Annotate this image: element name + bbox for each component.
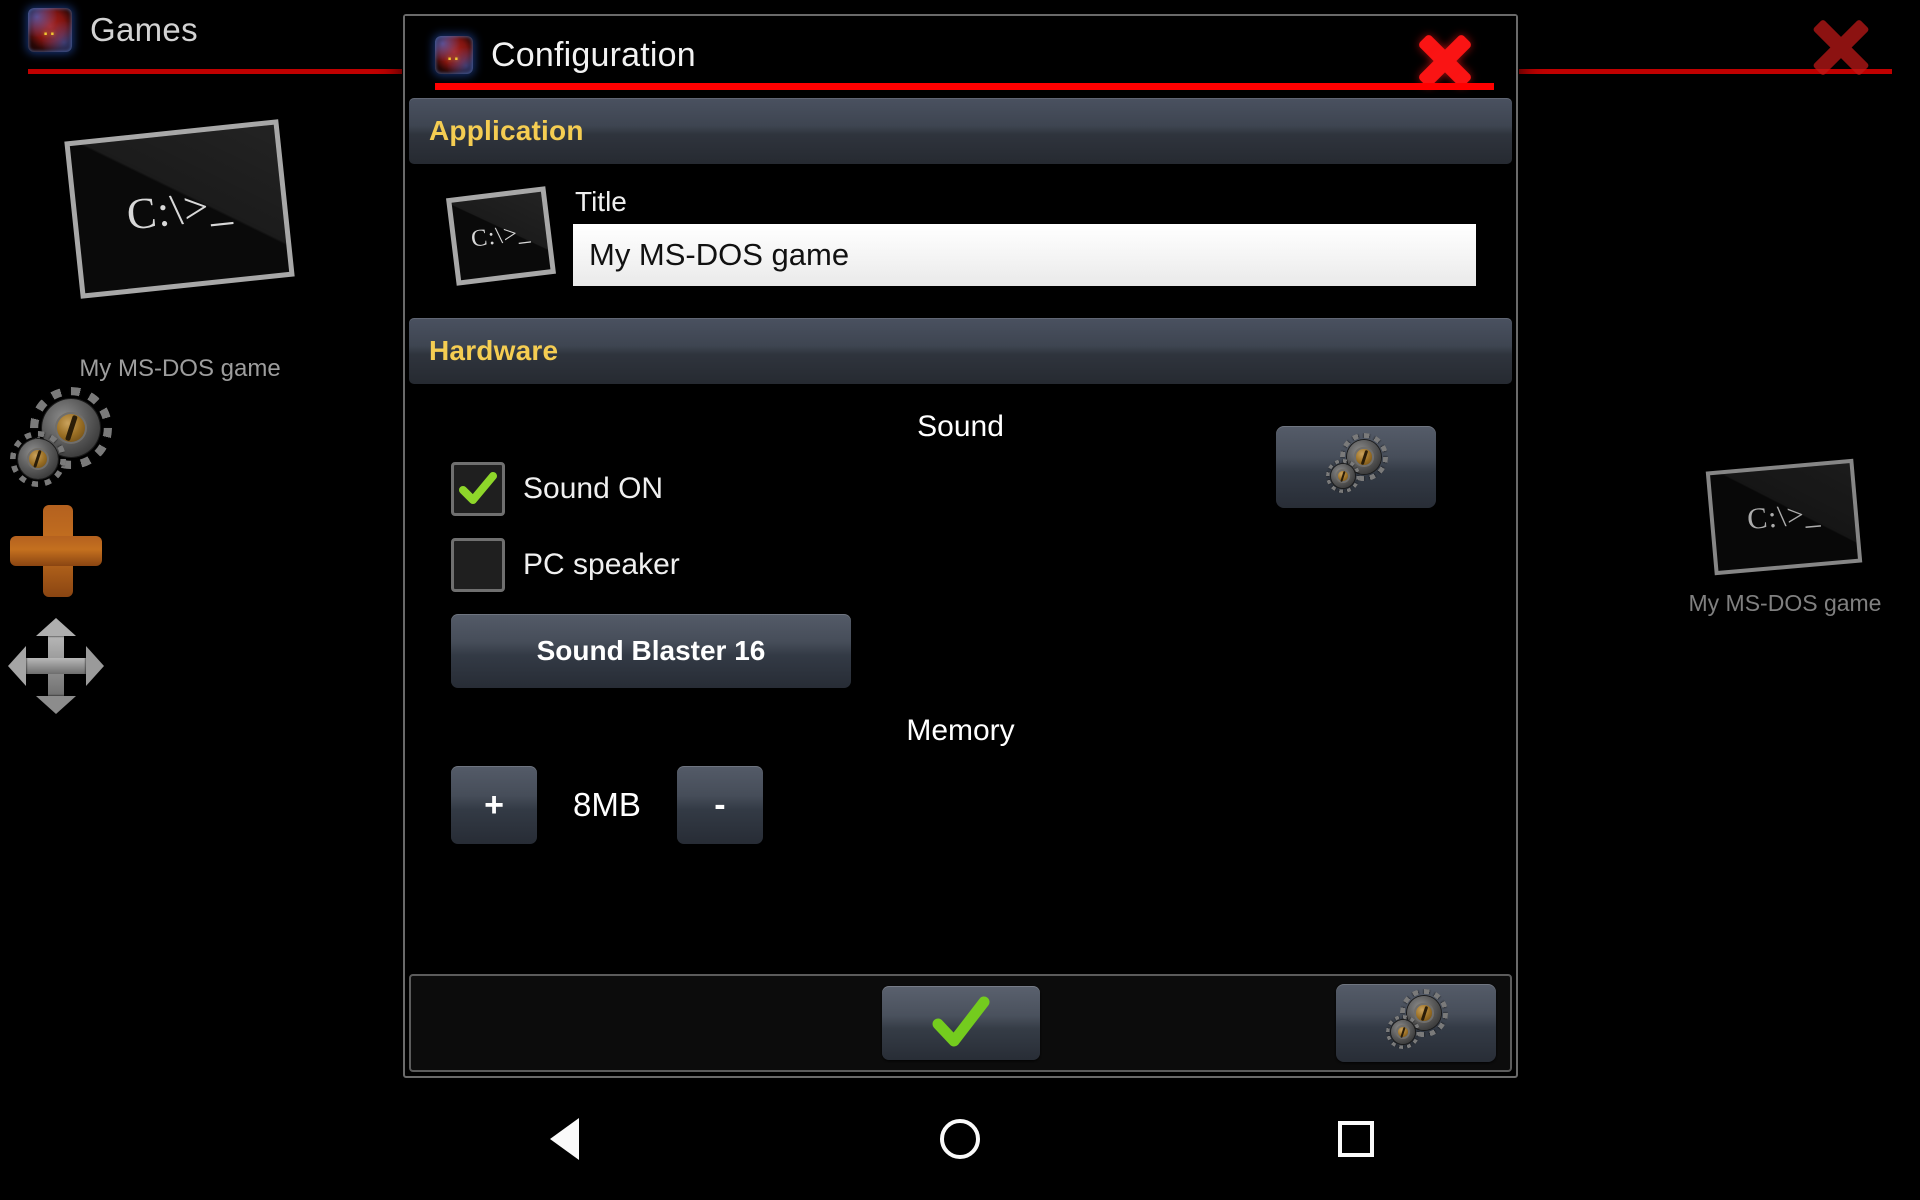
memory-decrease-button[interactable]: - <box>676 766 763 844</box>
sound-settings-button[interactable] <box>1276 426 1436 508</box>
shortcut-icon-my-ms-dos-game-right[interactable]: C:\>_ <box>1705 458 1863 576</box>
close-x-icon[interactable] <box>1416 32 1474 90</box>
desktop-app-title: Games <box>90 11 198 48</box>
magicdosbox-orb-icon <box>435 36 473 74</box>
ms-dos-prompt-icon: C:\>_ <box>1745 496 1823 537</box>
sound-card-button[interactable]: Sound Blaster 16 <box>451 614 851 688</box>
memory-stepper: + 8MB - <box>451 766 1476 844</box>
title-input[interactable] <box>573 224 1476 286</box>
configuration-dialog: Configuration Application C:\>_ Title Ha… <box>403 14 1518 1078</box>
prompt-text: C:\>_ <box>469 218 533 253</box>
desktop-app-header: Games <box>28 8 198 52</box>
dialog-title-rule <box>435 83 1494 90</box>
android-navigation-bar <box>0 1078 1920 1200</box>
ms-dos-prompt-icon: C:\>_ <box>124 179 235 239</box>
pc-speaker-row[interactable]: PC speaker <box>451 538 1476 592</box>
pc-speaker-label: PC speaker <box>523 548 680 581</box>
title-label: Title <box>575 186 627 217</box>
sound-on-checkbox[interactable] <box>451 462 505 516</box>
gear-small-icon <box>1391 1020 1415 1044</box>
gear-small-icon <box>1331 464 1355 488</box>
desktop-close-icon[interactable] <box>1810 16 1872 78</box>
shortcut-label: My MS-DOS game <box>79 355 281 382</box>
shortcut-icon-my-ms-dos-game[interactable]: C:\>_ <box>64 119 295 299</box>
dialog-titlebar: Configuration <box>405 16 1516 94</box>
title-field-group: Title <box>573 186 1476 286</box>
section-header-hardware: Hardware <box>409 318 1512 384</box>
nav-recents-button[interactable] <box>1256 1121 1456 1157</box>
settings-gears-icon[interactable] <box>12 395 108 491</box>
hardware-area: Sound Sound ON PC speaker Sound Blaster … <box>405 410 1516 844</box>
section-header-application-label: Application <box>429 115 584 146</box>
check-icon <box>459 472 497 504</box>
move-arrows-icon[interactable] <box>8 618 104 714</box>
nav-back-button[interactable] <box>464 1118 664 1160</box>
add-plus-icon[interactable] <box>10 505 106 601</box>
dialog-title: Configuration <box>491 35 696 74</box>
ok-button[interactable] <box>881 986 1040 1060</box>
gears-icon <box>1387 994 1445 1052</box>
section-header-hardware-label: Hardware <box>429 335 559 366</box>
gears-icon <box>1327 438 1385 496</box>
plus-horizontal-bar <box>10 536 102 566</box>
sound-group: Sound Sound ON PC speaker Sound Blaster … <box>445 410 1476 688</box>
memory-increase-button[interactable]: + <box>451 766 537 844</box>
recents-square-icon <box>1338 1121 1374 1157</box>
gear-small-icon <box>18 439 58 479</box>
memory-value: 8MB <box>573 786 641 823</box>
memory-group: Memory + 8MB - <box>445 714 1476 844</box>
shortcut-label-right: My MS-DOS game <box>1688 590 1882 616</box>
application-row: C:\>_ Title <box>405 164 1516 314</box>
memory-group-title: Memory <box>906 714 1015 747</box>
section-header-application: Application <box>409 98 1512 164</box>
sound-on-label: Sound ON <box>523 472 664 505</box>
magicdosbox-orb-icon <box>28 8 72 52</box>
dialog-body: Application C:\>_ Title Hardware Sound <box>405 94 1516 974</box>
dialog-footer <box>409 974 1512 1072</box>
check-icon <box>932 996 989 1047</box>
ms-dos-prompt-icon[interactable]: C:\>_ <box>446 186 556 286</box>
back-triangle-icon <box>549 1118 579 1160</box>
home-circle-icon <box>940 1119 980 1159</box>
nav-home-button[interactable] <box>860 1119 1060 1159</box>
footer-settings-button[interactable] <box>1336 984 1496 1062</box>
pc-speaker-checkbox[interactable] <box>451 538 505 592</box>
